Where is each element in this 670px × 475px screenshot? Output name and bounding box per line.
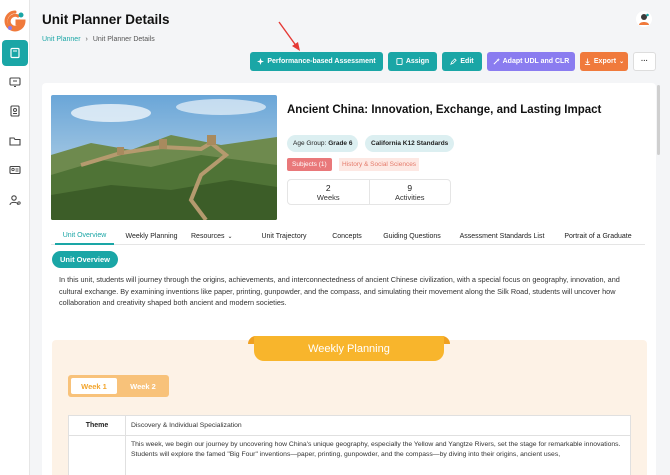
unit-overview-heading: Unit Overview bbox=[52, 251, 118, 268]
scrollbar[interactable] bbox=[657, 85, 660, 155]
tab-concepts[interactable]: Concepts bbox=[327, 228, 367, 245]
export-button[interactable]: Export ⌄ bbox=[580, 52, 628, 71]
table-row: This week, we begin our journey by uncov… bbox=[69, 436, 630, 475]
sidebar-item-lessons[interactable] bbox=[2, 69, 28, 95]
monitor-icon bbox=[9, 77, 21, 87]
great-wall-image bbox=[51, 95, 277, 220]
tab-week-1[interactable]: Week 1 bbox=[71, 378, 117, 394]
unit-stats: 2 Weeks 9 Activities bbox=[287, 179, 451, 205]
annotation-arrow-icon bbox=[278, 21, 300, 51]
weekly-planning-banner: Weekly Planning bbox=[254, 336, 444, 361]
id-card-icon bbox=[9, 165, 21, 175]
unit-title: Ancient China: Innovation, Exchange, and… bbox=[287, 104, 602, 116]
weeks-count: 2 bbox=[325, 182, 331, 193]
tab-unit-overview[interactable]: Unit Overview bbox=[55, 228, 114, 245]
tab-resources-label: Resources bbox=[191, 233, 225, 240]
sidebar-item-users[interactable] bbox=[2, 187, 28, 213]
tab-week-2[interactable]: Week 2 bbox=[120, 378, 166, 394]
table-value: This week, we begin our journey by uncov… bbox=[131, 441, 621, 458]
breadcrumb-link-unit-planner[interactable]: Unit Planner bbox=[42, 36, 81, 43]
avatar[interactable] bbox=[636, 11, 652, 27]
breadcrumb: Unit Planner › Unit Planner Details bbox=[42, 36, 155, 43]
assign-button[interactable]: Assign bbox=[388, 52, 437, 71]
weeks-stat: 2 Weeks bbox=[288, 180, 369, 204]
pencil-icon bbox=[450, 58, 458, 65]
adapt-udl-clr-button[interactable]: Adapt UDL and CLR bbox=[487, 52, 575, 71]
magic-wand-icon bbox=[493, 58, 500, 65]
subjects-count-tag: Subjects (1) bbox=[287, 158, 332, 171]
edit-button[interactable]: Edit bbox=[442, 52, 482, 71]
tab-assessment-standards[interactable]: Assessment Standards List bbox=[455, 228, 549, 245]
sidebar-item-files[interactable] bbox=[2, 128, 28, 154]
table-key: Theme bbox=[69, 416, 126, 435]
subject-tag: History & Social Sciences bbox=[339, 158, 420, 171]
tab-portrait-of-graduate[interactable]: Portrait of a Graduate bbox=[559, 228, 637, 245]
unit-details-card: Ancient China: Innovation, Exchange, and… bbox=[42, 83, 656, 475]
weekly-planning-panel: Weekly Planning Week 1 Week 2 Theme Disc… bbox=[52, 336, 647, 475]
table-key bbox=[69, 436, 126, 475]
age-group-value: Grade 6 bbox=[328, 140, 353, 147]
chevron-down-icon: ⌄ bbox=[619, 59, 625, 65]
weekly-plan-table: Theme Discovery & Individual Specializat… bbox=[68, 415, 631, 475]
tab-weekly-planning[interactable]: Weekly Planning bbox=[119, 228, 184, 245]
tab-guiding-questions[interactable]: Guiding Questions bbox=[377, 228, 447, 245]
page-title: Unit Planner Details bbox=[42, 12, 170, 27]
app-logo-icon[interactable] bbox=[4, 10, 26, 32]
more-options-button[interactable]: ··· bbox=[633, 52, 656, 71]
unit-overview-text: In this unit, students will journey thro… bbox=[59, 275, 620, 307]
table-value: Discovery & Individual Specialization bbox=[131, 421, 242, 429]
unit-tabs: Unit Overview Weekly Planning Resources … bbox=[51, 228, 645, 245]
standards-chip: California K12 Standards bbox=[365, 135, 455, 152]
tab-unit-trajectory[interactable]: Unit Trajectory bbox=[255, 228, 313, 245]
book-icon bbox=[10, 47, 20, 59]
export-icon bbox=[584, 58, 591, 65]
folder-icon bbox=[9, 137, 21, 146]
age-group-label: Age Group: bbox=[293, 140, 327, 147]
breadcrumb-separator-icon: › bbox=[85, 36, 88, 43]
sidebar-item-portrait[interactable] bbox=[2, 98, 28, 124]
age-group-chip: Age Group: Grade 6 bbox=[287, 135, 359, 152]
sidebar bbox=[0, 0, 30, 475]
sparkle-icon bbox=[257, 58, 265, 65]
table-row: Theme Discovery & Individual Specializat… bbox=[69, 416, 630, 436]
weeks-label: Weeks bbox=[316, 192, 340, 202]
assign-icon bbox=[396, 58, 403, 65]
sidebar-item-units[interactable] bbox=[2, 40, 28, 66]
breadcrumb-current: Unit Planner Details bbox=[92, 36, 155, 43]
week-tabs: Week 1 Week 2 bbox=[68, 375, 169, 397]
activities-label: Activities bbox=[394, 192, 425, 202]
tab-resources[interactable]: Resources ⌄ bbox=[191, 228, 239, 245]
user-settings-icon bbox=[9, 195, 21, 206]
performance-assessment-button[interactable]: Performance-based Assessment bbox=[250, 52, 383, 71]
activities-stat: 9 Activities bbox=[368, 180, 451, 204]
activities-count: 9 bbox=[407, 182, 413, 193]
portrait-card-icon bbox=[10, 105, 20, 117]
sidebar-item-ids[interactable] bbox=[2, 157, 28, 183]
chevron-down-icon: ⌄ bbox=[227, 234, 233, 240]
